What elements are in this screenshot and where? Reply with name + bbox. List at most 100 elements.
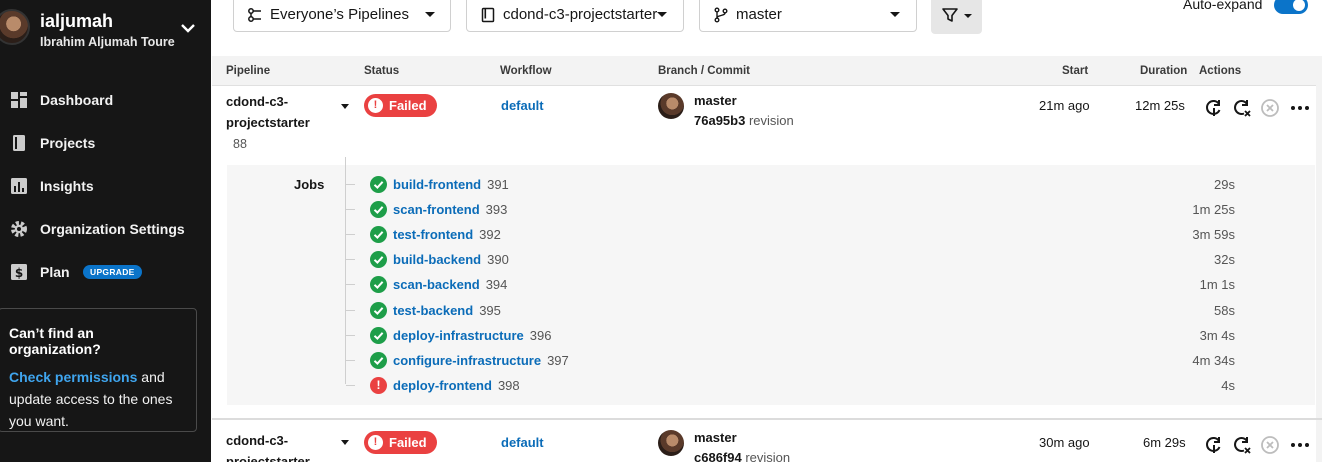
pipeline-name-link[interactable]: cdond-c3- projectstarter bbox=[226, 91, 316, 133]
jobs-tree-branch bbox=[346, 259, 355, 261]
column-header-actions: Actions bbox=[1199, 65, 1242, 77]
rerun-icon[interactable] bbox=[1204, 435, 1224, 455]
job-name: build-backend bbox=[393, 252, 482, 268]
more-options-icon[interactable] bbox=[1290, 435, 1310, 455]
duration: 12m 25s bbox=[1135, 98, 1185, 113]
sidebar-item-label: Insights bbox=[40, 178, 94, 194]
job-name: deploy-infrastructure bbox=[393, 327, 524, 343]
column-header-pipeline: Pipeline bbox=[226, 65, 271, 77]
job-duration: 29s bbox=[1214, 177, 1235, 192]
workflow-link[interactable]: default bbox=[501, 98, 544, 113]
commit-hash-link[interactable]: c686f94 bbox=[694, 450, 742, 462]
avatar bbox=[0, 9, 30, 45]
job-number: 391 bbox=[487, 177, 509, 192]
caret-down-icon bbox=[657, 12, 667, 17]
failed-icon: ! bbox=[370, 376, 387, 394]
branch-name[interactable]: master bbox=[694, 93, 737, 108]
workflow-link[interactable]: default bbox=[501, 435, 544, 450]
pipeline-number: 88 bbox=[233, 137, 247, 151]
job-name-link[interactable]: build-frontend 391 bbox=[393, 177, 509, 192]
branch-filter-dropdown[interactable]: master bbox=[699, 0, 917, 32]
job-name-link[interactable]: test-backend 395 bbox=[393, 303, 501, 318]
job-row: configure-infrastructure 397 4m 34s bbox=[346, 351, 1260, 371]
status-badge[interactable]: ! Failed bbox=[364, 94, 437, 117]
cancel-icon[interactable] bbox=[1260, 98, 1280, 118]
job-name: test-frontend bbox=[393, 227, 474, 243]
caret-down-icon bbox=[890, 12, 900, 17]
job-row: deploy-infrastructure 396 3m 4s bbox=[346, 326, 1260, 346]
sidebar-item-plan[interactable]: $ Plan UPGRADE bbox=[0, 252, 211, 292]
sidebar-item-organization-settings[interactable]: Organization Settings bbox=[0, 209, 211, 249]
job-name-link[interactable]: deploy-infrastructure 396 bbox=[393, 328, 551, 343]
job-name-link[interactable]: deploy-frontend 398 bbox=[393, 378, 520, 393]
job-name-link[interactable]: scan-backend 394 bbox=[393, 277, 507, 292]
sidebar-item-label: Plan bbox=[40, 264, 70, 280]
jobs-tree-branch bbox=[346, 309, 355, 311]
upgrade-badge[interactable]: UPGRADE bbox=[83, 265, 142, 279]
auto-expand-toggle[interactable] bbox=[1274, 0, 1308, 14]
chevron-down-icon[interactable] bbox=[178, 18, 198, 38]
caret-down-icon bbox=[425, 12, 435, 17]
job-name-link[interactable]: configure-infrastructure 397 bbox=[393, 353, 569, 368]
status-label: Failed bbox=[389, 98, 427, 113]
project-filter-dropdown[interactable]: cdond-c3-projectstarter bbox=[466, 0, 684, 32]
insights-icon bbox=[11, 178, 27, 194]
cancel-icon[interactable] bbox=[1260, 435, 1280, 455]
pipeline-name-link[interactable]: cdond-c3- projectstarter bbox=[226, 430, 316, 462]
pipelines-filter-value: Everyone’s Pipelines bbox=[270, 6, 409, 23]
sidebar-item-label: Dashboard bbox=[40, 92, 114, 108]
job-name-link[interactable]: build-backend 390 bbox=[393, 252, 509, 267]
status-badge[interactable]: ! Failed bbox=[364, 431, 437, 454]
commit-info: c686f94 revision bbox=[694, 450, 790, 462]
job-row: ! deploy-frontend 398 4s bbox=[346, 376, 1260, 396]
commit-info: 76a95b3 revision bbox=[694, 113, 794, 128]
duration: 6m 29s bbox=[1143, 435, 1186, 450]
column-header-workflow: Workflow bbox=[500, 65, 552, 77]
job-name-link[interactable]: scan-frontend 393 bbox=[393, 202, 507, 217]
job-row: build-backend 390 32s bbox=[346, 250, 1260, 270]
success-check-icon bbox=[370, 326, 387, 344]
job-row: scan-backend 394 1m 1s bbox=[346, 275, 1260, 295]
job-number: 394 bbox=[485, 277, 508, 293]
user-menu[interactable]: ialjumah Ibrahim Aljumah Toure bbox=[0, 0, 211, 62]
expand-caret-icon[interactable] bbox=[341, 104, 349, 109]
success-check-icon bbox=[370, 201, 387, 219]
sidebar-item-label: Projects bbox=[40, 135, 96, 151]
job-name-link[interactable]: test-frontend 392 bbox=[393, 227, 501, 242]
funnel-icon bbox=[942, 8, 958, 22]
job-number: 397 bbox=[547, 352, 569, 368]
rerun-failed-icon[interactable] bbox=[1232, 98, 1252, 118]
job-number: 390 bbox=[487, 252, 509, 268]
jobs-tree-branch bbox=[346, 234, 355, 236]
pipelines-filter-dropdown[interactable]: Everyone’s Pipelines bbox=[233, 0, 451, 32]
projects-icon bbox=[13, 135, 25, 151]
jobs-tree-branch bbox=[346, 209, 355, 211]
alert-icon: ! bbox=[368, 98, 383, 113]
pipeline-name-line2: projectstarter bbox=[226, 454, 310, 462]
sidebar-item-insights[interactable]: Insights bbox=[0, 166, 211, 206]
job-number: 398 bbox=[497, 377, 520, 393]
expand-caret-icon[interactable] bbox=[341, 440, 349, 445]
revision-label: revision bbox=[745, 450, 791, 462]
jobs-tree-branch bbox=[346, 184, 355, 185]
start-time: 21m ago bbox=[1039, 98, 1090, 113]
job-duration: 3m 4s bbox=[1199, 327, 1235, 343]
rerun-icon[interactable] bbox=[1204, 98, 1224, 118]
sidebar-item-dashboard[interactable]: Dashboard bbox=[0, 80, 211, 120]
org-help-title: Can’t find an organization? bbox=[9, 325, 101, 357]
pipelines-icon bbox=[248, 8, 261, 22]
rerun-failed-icon[interactable] bbox=[1232, 435, 1252, 455]
more-options-icon[interactable] bbox=[1290, 98, 1310, 118]
branch-icon bbox=[714, 7, 728, 23]
branch-name[interactable]: master bbox=[694, 430, 737, 445]
sidebar-item-projects[interactable]: Projects bbox=[0, 123, 211, 163]
caret-down-icon bbox=[964, 14, 972, 18]
commit-hash-link[interactable]: 76a95b3 bbox=[694, 113, 745, 128]
sidebar: ialjumah Ibrahim Aljumah Toure Dashboard… bbox=[0, 0, 211, 462]
job-name: scan-backend bbox=[393, 277, 480, 293]
check-permissions-link[interactable]: Check permissions bbox=[9, 369, 137, 385]
filter-button[interactable] bbox=[931, 0, 982, 34]
jobs-tree-branch bbox=[346, 359, 355, 361]
job-row: scan-frontend 393 1m 25s bbox=[346, 200, 1260, 220]
jobs-tree-branch bbox=[346, 384, 355, 386]
